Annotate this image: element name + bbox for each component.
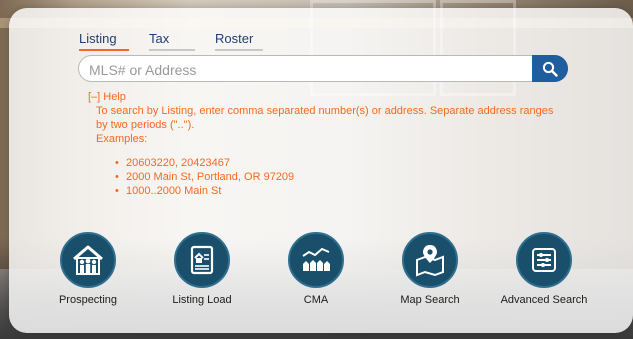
quick-actions: Prospecting Listing Load CMA Map Search …: [58, 232, 598, 312]
help-text: To search by Listing, enter comma separa…: [96, 105, 554, 131]
example-item: 2000 Main St, Portland, OR 97209: [115, 170, 558, 184]
search-button[interactable]: [532, 55, 568, 82]
advanced-search-label: Advanced Search: [500, 294, 588, 306]
examples-list: 20603220, 20423467 2000 Main St, Portlan…: [96, 156, 558, 198]
tab-listing[interactable]: Listing: [79, 30, 129, 51]
search-input[interactable]: [87, 59, 531, 81]
advanced-search-button[interactable]: Advanced Search: [494, 232, 594, 306]
search-box: [78, 55, 568, 82]
example-item: 20603220, 20423467: [115, 156, 558, 170]
example-item: 1000..2000 Main St: [115, 184, 558, 198]
tab-tax[interactable]: Tax: [149, 30, 195, 51]
help-section: [–] Help To search by Listing, enter com…: [88, 90, 558, 198]
cma-button[interactable]: CMA: [266, 232, 366, 306]
help-toggle[interactable]: [–] Help: [88, 90, 558, 104]
sliders-icon: [532, 248, 556, 272]
cma-chart-houses-icon: [302, 247, 330, 271]
cma-label: CMA: [303, 294, 329, 306]
prospecting-button[interactable]: Prospecting: [38, 232, 138, 306]
house-people-icon: [73, 245, 103, 275]
map-pin-icon: [416, 245, 444, 277]
prospecting-label: Prospecting: [58, 294, 118, 306]
examples-label: Examples:: [96, 133, 148, 145]
listing-load-button[interactable]: Listing Load: [152, 232, 252, 306]
listing-load-label: Listing Load: [172, 294, 232, 306]
map-search-label: Map Search: [400, 294, 460, 306]
search-icon: [542, 61, 558, 77]
tab-roster[interactable]: Roster: [215, 30, 263, 51]
listing-document-icon: [190, 245, 214, 275]
map-search-button[interactable]: Map Search: [380, 232, 480, 306]
search-type-tabs: Listing Tax Roster: [79, 30, 283, 51]
